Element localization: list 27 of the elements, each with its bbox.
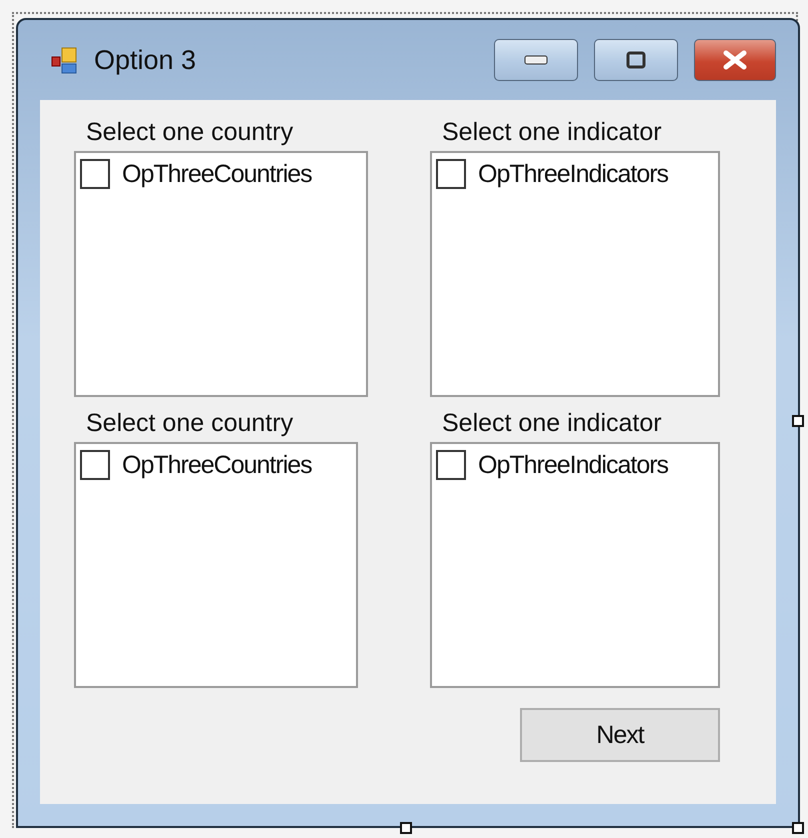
- checked-list-box[interactable]: OpThreeIndicators: [430, 442, 720, 688]
- next-button[interactable]: Next: [520, 708, 720, 762]
- list-label: Select one country: [85, 118, 294, 147]
- list-label: Select one indicator: [441, 409, 663, 438]
- resize-handle[interactable]: [792, 822, 804, 834]
- maximize-button[interactable]: [594, 39, 678, 81]
- window-title: Option 3: [94, 44, 198, 76]
- list-item-text: OpThreeIndicators: [478, 450, 668, 480]
- minimize-button[interactable]: [494, 39, 578, 81]
- list-item-text: OpThreeCountries: [122, 160, 312, 188]
- close-button[interactable]: [694, 39, 776, 81]
- resize-handle[interactable]: [792, 415, 804, 427]
- maximize-icon: [626, 51, 646, 69]
- resize-handle[interactable]: [400, 822, 412, 834]
- checkbox[interactable]: [436, 159, 466, 189]
- minimize-icon: [524, 54, 548, 66]
- checked-list-box[interactable]: OpThreeCountries: [74, 442, 358, 688]
- checkbox[interactable]: [436, 450, 466, 480]
- list-label: Select one indicator: [441, 118, 663, 147]
- checkbox[interactable]: [80, 159, 110, 189]
- list-label: Select one country: [85, 409, 294, 438]
- checkbox[interactable]: [80, 450, 110, 480]
- list-item-text: OpThreeIndicators: [478, 160, 668, 188]
- list-item-text: OpThreeCountries: [122, 450, 312, 480]
- checked-list-box[interactable]: OpThreeIndicators: [430, 151, 720, 397]
- checked-list-box[interactable]: OpThreeCountries: [74, 151, 368, 397]
- close-icon: [722, 50, 748, 70]
